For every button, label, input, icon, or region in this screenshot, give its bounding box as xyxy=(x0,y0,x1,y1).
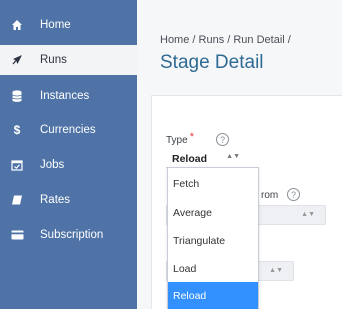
type-select-value: Reload xyxy=(172,153,208,165)
sidebar-item-runs[interactable]: Runs xyxy=(0,45,137,75)
help-icon[interactable]: ? xyxy=(287,188,300,201)
chevron-updown-icon: ▲▼ xyxy=(269,267,283,274)
dropdown-option-average[interactable]: Average xyxy=(168,199,258,226)
page-title: Stage Detail xyxy=(160,52,264,73)
dropdown-option-load[interactable]: Load xyxy=(168,255,258,282)
sidebar-item-rates[interactable]: Rates xyxy=(0,185,137,215)
dropdown-option-fetch[interactable]: Fetch xyxy=(168,170,258,197)
dollar-icon: $ xyxy=(13,123,21,137)
calendar-check-icon xyxy=(10,158,24,172)
required-mark: * xyxy=(189,131,194,143)
card-icon xyxy=(10,228,24,242)
sidebar-item-label: Subscription xyxy=(40,229,104,241)
sidebar-item-label: Jobs xyxy=(40,159,65,171)
sidebar: Home Runs Instances $ Currencies Jobs Ra… xyxy=(0,0,137,309)
sidebar-item-label: Home xyxy=(40,19,71,31)
sidebar-item-label: Rates xyxy=(40,194,71,206)
help-icon[interactable]: ? xyxy=(216,133,229,146)
from-label: rom xyxy=(261,190,279,201)
type-select[interactable]: Reload ▲▼ xyxy=(166,150,246,168)
breadcrumb[interactable]: Home / Runs / Run Detail / xyxy=(160,34,291,46)
sidebar-item-currencies[interactable]: $ Currencies xyxy=(0,115,137,145)
sidebar-item-home[interactable]: Home xyxy=(0,10,137,40)
database-icon xyxy=(10,89,24,103)
sidebar-item-label: Currencies xyxy=(40,124,96,136)
dropdown-option-reload[interactable]: Reload xyxy=(168,282,258,309)
type-dropdown-menu: Fetch Average Triangulate Load Reload xyxy=(167,167,259,309)
sidebar-item-label: Instances xyxy=(40,90,90,102)
chevron-updown-icon: ▲▼ xyxy=(301,211,315,218)
rocket-icon xyxy=(10,53,24,67)
chevron-updown-icon: ▲▼ xyxy=(226,153,240,160)
sidebar-item-jobs[interactable]: Jobs xyxy=(0,150,137,180)
sidebar-item-subscription[interactable]: Subscription xyxy=(0,220,137,250)
dropdown-option-triangulate[interactable]: Triangulate xyxy=(168,227,258,254)
home-icon xyxy=(10,18,24,32)
book-icon xyxy=(10,193,24,207)
type-label: Type * xyxy=(166,131,194,146)
sidebar-item-label: Runs xyxy=(40,54,67,66)
sidebar-item-instances[interactable]: Instances xyxy=(0,81,137,111)
